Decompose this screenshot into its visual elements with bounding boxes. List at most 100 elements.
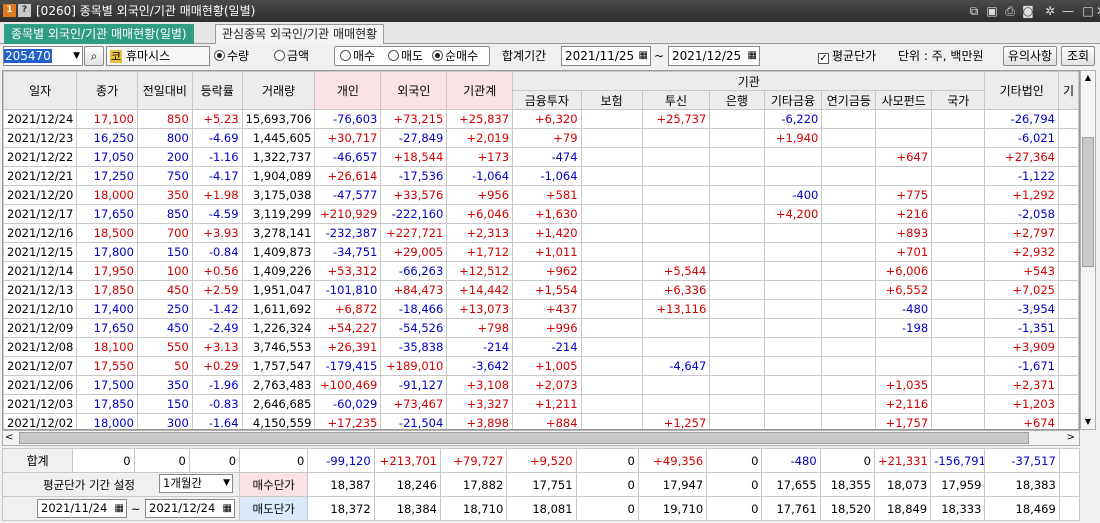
- period-to-input[interactable]: 2021/12/25 ▦: [668, 46, 760, 66]
- table-row[interactable]: 2021/12/02 18,000 300 -1.64 4,150,559 +17,235…: [3, 413, 1079, 429]
- vertical-scrollbar[interactable]: ▲ ▼: [1080, 70, 1096, 430]
- table-row[interactable]: 2021/12/20 18,000 350 +1.98 3,175,038 -47,577…: [3, 185, 1079, 205]
- avg-tilde: ~: [131, 502, 141, 516]
- gear-icon[interactable]: ✲: [1042, 3, 1058, 19]
- minimize-icon[interactable]: —: [1060, 3, 1076, 19]
- cell-institution: +173: [446, 147, 514, 167]
- period-from-input[interactable]: 2021/11/25 ▦: [561, 46, 651, 66]
- col-change[interactable]: 전일대비: [136, 71, 193, 110]
- table-row[interactable]: 2021/12/03 17,850 150 -0.83 2,646,685 -60,029…: [3, 394, 1079, 414]
- table-row[interactable]: 2021/12/13 17,850 450 +2.59 1,951,047 -101,81…: [3, 280, 1079, 300]
- help-icon[interactable]: ?: [18, 4, 31, 17]
- radio-amt[interactable]: 금액: [274, 46, 309, 66]
- col-extra[interactable]: 기: [1057, 71, 1079, 110]
- query-button[interactable]: 조회: [1061, 46, 1095, 66]
- horizontal-scrollbar[interactable]: < >: [2, 430, 1080, 446]
- scroll-up-icon[interactable]: ▲: [1081, 71, 1095, 85]
- period-label: 합계기간: [502, 49, 547, 63]
- summary-nation: -156,791: [930, 448, 986, 473]
- summary-rate: 0: [188, 448, 241, 473]
- col-foreign[interactable]: 외국인: [380, 71, 448, 110]
- notice-button[interactable]: 유의사항: [1003, 46, 1057, 66]
- buy-avg-value: 17,655: [761, 472, 821, 497]
- col-bank[interactable]: 은행: [709, 90, 765, 110]
- cell-fin-invest: +996: [512, 318, 582, 338]
- col-institution[interactable]: 기관계: [446, 71, 514, 110]
- tab-watchlist[interactable]: 관심종목 외국인/기관 매매현황: [215, 24, 385, 44]
- cell-pension: [821, 356, 877, 376]
- col-other-fin[interactable]: 기타금융: [763, 90, 823, 110]
- buy-avg-row: 평균단가 기간 설정 1개월간 ▼ 매수단가 18,387 18,246 17,8…: [1, 472, 1081, 497]
- table-row[interactable]: 2021/12/07 17,550 50 +0.29 1,757,547 -179,415…: [3, 356, 1079, 376]
- radio-sell[interactable]: 매도: [388, 46, 423, 66]
- cell-date: 2021/12/06: [3, 375, 78, 395]
- maximize-icon[interactable]: □: [1078, 3, 1098, 19]
- calendar-icon[interactable]: ▦: [115, 500, 124, 517]
- cell-nation: [931, 394, 986, 414]
- stock-code-input[interactable]: 205470 ▼: [3, 46, 83, 66]
- cell-institution: +14,442: [446, 280, 514, 300]
- radio-net[interactable]: 순매수: [432, 46, 478, 66]
- col-individual[interactable]: 개인: [314, 71, 382, 110]
- table-row[interactable]: 2021/12/23 16,250 800 -4.69 1,445,605 +30,717…: [3, 128, 1079, 148]
- search-icon[interactable]: ⌕: [84, 46, 104, 66]
- col-pension[interactable]: 연기금등: [821, 90, 877, 110]
- col-trust[interactable]: 투신: [641, 90, 711, 110]
- col-fin-invest[interactable]: 금융투자: [512, 90, 582, 110]
- scroll-right-icon[interactable]: >: [1067, 431, 1075, 445]
- link-icon[interactable]: ⧉: [966, 3, 982, 19]
- scroll-left-icon[interactable]: <: [5, 431, 13, 445]
- camera-icon[interactable]: ◙: [1020, 3, 1036, 19]
- col-insurance[interactable]: 보험: [580, 90, 643, 110]
- table-row[interactable]: 2021/12/10 17,400 250 -1.42 1,611,692 +6,872-…: [3, 299, 1079, 319]
- cell-foreign: +189,010: [380, 356, 448, 376]
- cell-institution: +25,837: [446, 109, 514, 129]
- table-row[interactable]: 2021/12/16 18,500 700 +3.93 3,278,141 -232,38…: [3, 223, 1079, 243]
- col-rate[interactable]: 등락률: [191, 71, 243, 110]
- cell-fin-invest: +1,630: [512, 204, 582, 224]
- buy-avg-value: 0: [706, 472, 763, 497]
- col-nation[interactable]: 국가: [931, 90, 986, 110]
- calendar-icon[interactable]: ▦: [639, 47, 648, 65]
- calendar-icon[interactable]: ▦: [223, 500, 232, 517]
- table-row[interactable]: 2021/12/14 17,950 100 +0.56 1,409,226 +53,312…: [3, 261, 1079, 281]
- avg-to-input[interactable]: 2021/12/24 ▦: [145, 499, 235, 518]
- table-row[interactable]: 2021/12/06 17,500 350 -1.96 2,763,483 +100,46…: [3, 375, 1079, 395]
- table-row[interactable]: 2021/12/21 17,250 750 -4.17 1,904,089 +26,614…: [3, 166, 1079, 186]
- cell-date: 2021/12/20: [3, 185, 78, 205]
- scroll-down-icon[interactable]: ▼: [1081, 415, 1095, 429]
- scroll-thumb[interactable]: [1082, 137, 1094, 267]
- avg-price-checkbox[interactable]: ✓ 평균단가: [818, 46, 876, 66]
- table-row[interactable]: 2021/12/09 17,650 450 -2.49 1,226,324 +54,227…: [3, 318, 1079, 338]
- cell-foreign: +227,721: [380, 223, 448, 243]
- tab-stock-daily[interactable]: 종목별 외국인/기관 매매현황(일별): [4, 24, 194, 44]
- radio-qty[interactable]: 수량: [214, 46, 249, 66]
- table-row[interactable]: 2021/12/17 17,650 850 -4.59 3,119,299 +210,92…: [3, 204, 1079, 224]
- col-private-equity[interactable]: 사모펀드: [875, 90, 933, 110]
- chevron-down-icon[interactable]: ▼: [223, 475, 230, 492]
- hscroll-thumb[interactable]: [19, 432, 1029, 444]
- avg-from-input[interactable]: 2021/11/24 ▦: [37, 499, 127, 518]
- table-row[interactable]: 2021/12/08 18,100 550 +3.13 3,746,553 +26,391…: [3, 337, 1079, 357]
- print-icon[interactable]: ⎙: [1002, 3, 1018, 19]
- code-badge: 코: [110, 50, 123, 63]
- cell-insurance: [580, 204, 643, 224]
- cell-individual: -101,810: [314, 280, 382, 300]
- table-row[interactable]: 2021/12/15 17,800 150 -0.84 1,409,873 -34,751…: [3, 242, 1079, 262]
- save-icon[interactable]: ▣: [984, 3, 1000, 19]
- cell-fin-invest: -214: [512, 337, 582, 357]
- cell-foreign: +73,215: [380, 109, 448, 129]
- close-icon[interactable]: ✕: [1096, 3, 1100, 19]
- table-row[interactable]: 2021/12/22 17,050 200 -1.16 1,322,737 -46,657…: [3, 147, 1079, 167]
- col-other-corp[interactable]: 기타법인: [984, 71, 1059, 110]
- chevron-down-icon[interactable]: ▼: [73, 47, 80, 65]
- cell-pension: [821, 375, 877, 395]
- table-row[interactable]: 2021/12/24 17,100 850 +5.23 15,693,706 -76,60…: [3, 109, 1079, 129]
- avg-period-select[interactable]: 1개월간 ▼: [159, 474, 233, 493]
- col-date[interactable]: 일자: [3, 71, 78, 110]
- col-close[interactable]: 종가: [76, 71, 138, 110]
- col-volume[interactable]: 거래량: [241, 71, 316, 110]
- radio-buy[interactable]: 매수: [340, 46, 375, 66]
- cell-date: 2021/12/24: [3, 109, 78, 129]
- calendar-icon[interactable]: ▦: [748, 47, 757, 65]
